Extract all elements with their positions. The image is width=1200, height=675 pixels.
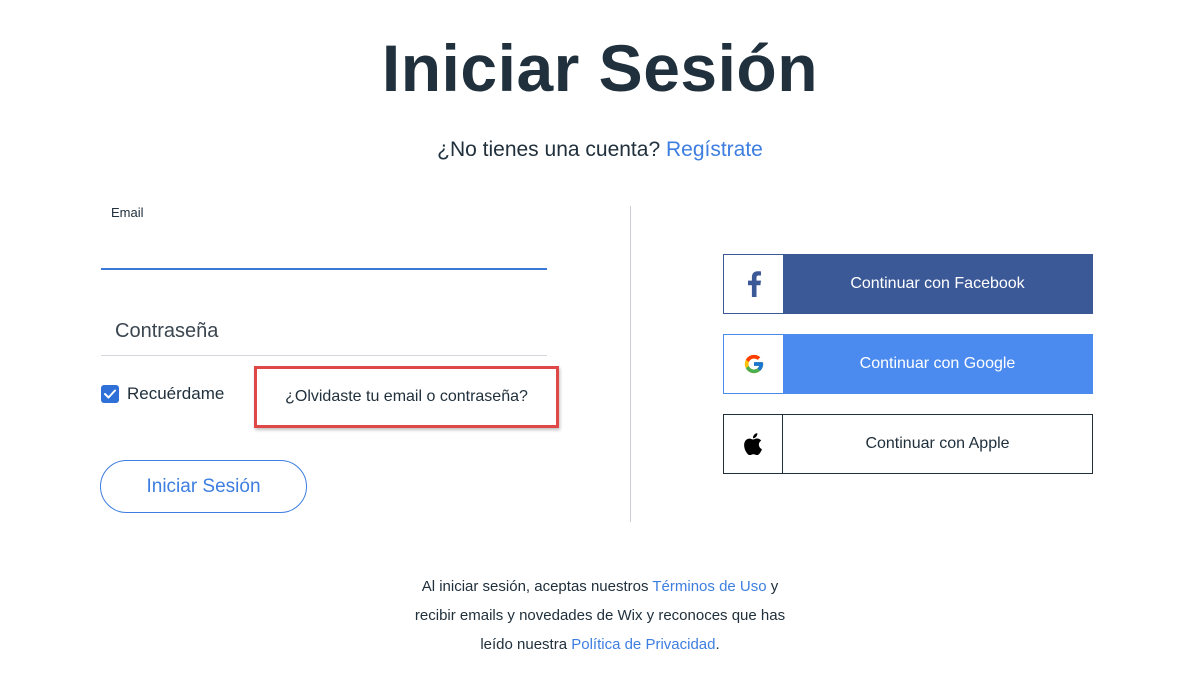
email-label: Email [111,205,144,220]
apple-login-label: Continuar con Apple [783,415,1092,473]
google-login-label: Continuar con Google [783,335,1092,393]
terms-text-part: . [715,636,720,653]
terms-text-part: leído nuestra [480,636,568,653]
remember-me-label: Recuérdame [127,384,225,403]
remember-me-checkbox[interactable]: Recuérdame [101,384,224,404]
forgot-password-highlight: ¿Olvidaste tu email o contraseña? [254,366,559,428]
google-login-button[interactable]: Continuar con Google [723,334,1093,394]
apple-login-button[interactable]: Continuar con Apple [723,414,1093,474]
facebook-login-label: Continuar con Facebook [783,255,1092,313]
terms-text: Al iniciar sesión, aceptas nuestros Térm… [0,572,1200,659]
email-field[interactable] [101,226,547,270]
terms-line-3: leído nuestra Política de Privacidad. [0,630,1200,659]
vertical-divider [630,206,631,522]
signup-link[interactable]: Regístrate [666,138,763,161]
password-field[interactable] [101,308,547,356]
terms-line-2: recibir emails y novedades de Wix y reco… [414,607,786,624]
login-button[interactable]: Iniciar Sesión [100,460,307,513]
terms-text-part: y [770,578,779,595]
privacy-policy-link[interactable]: Política de Privacidad [571,636,715,653]
facebook-login-button[interactable]: Continuar con Facebook [723,254,1093,314]
terms-line-1: Al iniciar sesión, aceptas nuestros Térm… [0,572,1200,601]
page-title: Iniciar Sesión [381,31,819,105]
forgot-password-link[interactable]: ¿Olvidaste tu email o contraseña? [285,388,528,406]
google-icon [724,335,783,393]
signup-prompt: ¿No tienes una cuenta? Regístrate [0,138,1200,162]
terms-of-use-link[interactable]: Términos de Uso [652,578,766,595]
no-account-text: ¿No tienes una cuenta? [437,138,661,161]
facebook-icon [724,255,783,313]
checkbox-checked-icon[interactable] [101,385,119,403]
apple-icon [724,415,783,473]
terms-text-part: Al iniciar sesión, aceptas nuestros [421,578,649,595]
